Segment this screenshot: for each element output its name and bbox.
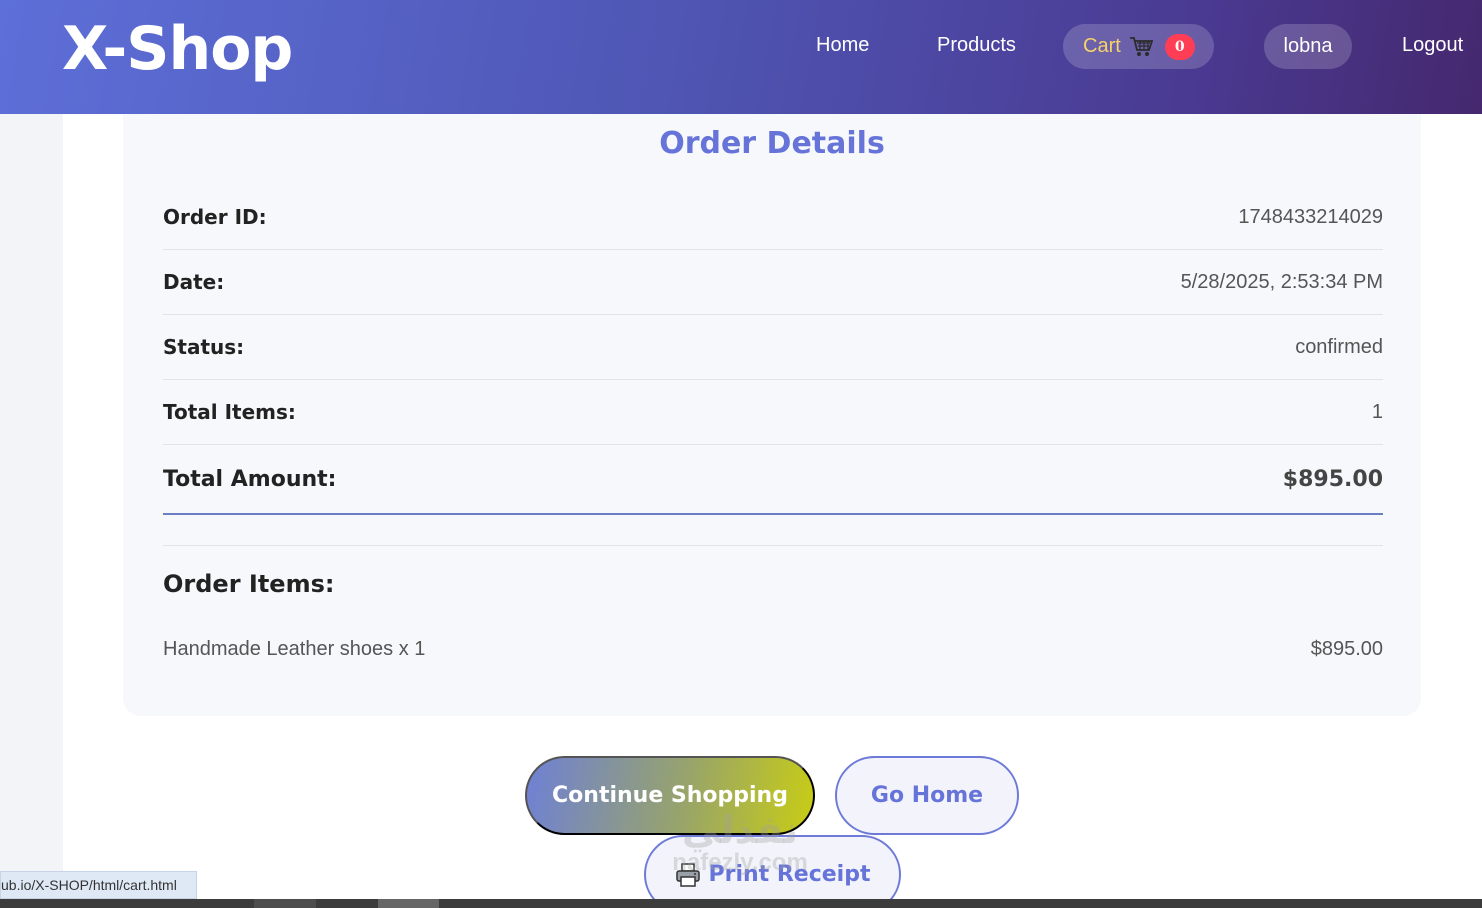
order-item-row: Handmade Leather shoes x 1 $895.00 [163, 638, 1383, 661]
navbar: X-Shop Home Products Cart 0 lobna Logout [0, 0, 1482, 114]
order-item-price: $895.00 [1310, 638, 1383, 660]
order-status-value: confirmed [1295, 335, 1383, 358]
continue-shopping-button[interactable]: Continue Shopping [525, 756, 815, 835]
order-date-value: 5/28/2025, 2:53:34 PM [1180, 270, 1383, 293]
order-total-amount-value: $895.00 [1282, 466, 1383, 492]
printer-icon [675, 862, 701, 888]
order-date-row: Date: 5/28/2025, 2:53:34 PM [163, 250, 1383, 315]
shopping-cart-icon [1129, 36, 1154, 58]
divider [163, 545, 1383, 546]
order-status-label: Status: [163, 335, 245, 359]
order-id-row: Order ID: 1748433214029 [163, 185, 1383, 250]
cart-count-badge: 0 [1164, 33, 1195, 60]
order-item-name: Handmade Leather shoes x 1 [163, 638, 426, 660]
go-home-button[interactable]: Go Home [835, 756, 1019, 835]
order-items-heading: Order Items: [163, 570, 335, 598]
site-logo[interactable]: X-Shop [62, 14, 293, 84]
nav-products-link[interactable]: Products [937, 34, 1016, 57]
order-total-amount-label: Total Amount: [163, 466, 337, 492]
order-status-row: Status: confirmed [163, 315, 1383, 380]
order-date-label: Date: [163, 270, 225, 294]
order-total-items-label: Total Items: [163, 400, 296, 424]
nav-logout-link[interactable]: Logout [1402, 34, 1463, 57]
order-details-title: Order Details [659, 126, 885, 161]
nav-user-button[interactable]: lobna [1264, 24, 1352, 69]
order-total-amount-row: Total Amount: $895.00 [163, 445, 1383, 515]
nav-home-link[interactable]: Home [816, 34, 869, 57]
print-receipt-label: Print Receipt [708, 862, 871, 887]
taskbar-segment [254, 899, 316, 908]
taskbar-segment [378, 899, 439, 908]
status-bar-url: ub.io/X-SHOP/html/cart.html [0, 871, 197, 899]
order-total-items-value: 1 [1371, 400, 1383, 423]
print-receipt-button[interactable]: Print Receipt [644, 835, 901, 908]
order-id-value: 1748433214029 [1238, 205, 1383, 228]
order-id-label: Order ID: [163, 205, 267, 229]
cart-label: Cart [1083, 35, 1121, 57]
nav-cart-button[interactable]: Cart 0 [1063, 24, 1214, 69]
order-total-items-row: Total Items: 1 [163, 380, 1383, 445]
taskbar-strip [0, 899, 1482, 908]
order-details-card: Order Details Order ID: 1748433214029 Da… [123, 114, 1421, 716]
